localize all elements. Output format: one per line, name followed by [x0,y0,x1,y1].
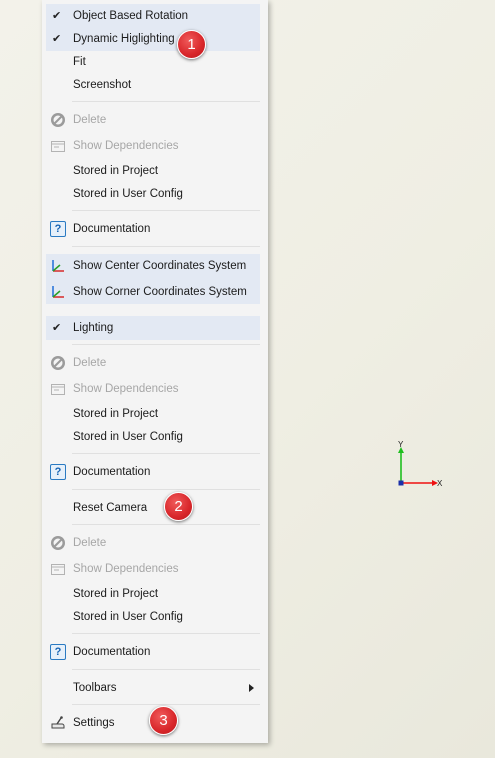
menu-item-fit[interactable]: Fit [46,50,260,74]
annotation-badge-3: 3 [149,706,178,735]
delete-icon [51,356,65,370]
axes-icon [52,260,64,272]
menu-item-label: Object Based Rotation [73,10,189,22]
menu-item-label: Show Dependencies [73,383,179,395]
menu-item-documentation[interactable]: ? Documentation [46,217,260,241]
menu-item-label: Lighting [73,322,114,334]
menu-item-label: Stored in Project [73,408,159,420]
annotation-badge-1: 1 [177,30,206,59]
checkmark-icon: ✔ [52,322,62,334]
menu-item-show-dependencies[interactable]: Show Dependencies [46,134,260,158]
menu-item-label: Documentation [73,646,151,658]
menu-item-show-dependencies[interactable]: Show Dependencies [46,377,260,401]
menu-item-label: Delete [73,537,107,549]
menu-item-label: Show Dependencies [73,563,179,575]
axes-icon [52,286,64,298]
menu-item-toolbars[interactable]: Toolbars [46,676,260,700]
dependencies-icon [51,564,65,575]
menu-item-stored-in-user-config[interactable]: Stored in User Config [46,425,260,449]
menu-item-label: Dynamic Higlighting [73,33,175,45]
triad-x-label: X [437,479,443,488]
documentation-icon: ? [50,464,66,480]
documentation-icon: ? [50,221,66,237]
menu-separator [72,101,260,102]
dependencies-icon [51,141,65,152]
menu-item-documentation[interactable]: ? Documentation [46,640,260,664]
menu-item-label: Fit [73,56,86,68]
menu-separator [72,453,260,454]
menu-item-stored-in-user-config[interactable]: Stored in User Config [46,182,260,206]
menu-item-label: Toolbars [73,682,117,694]
delete-icon [51,536,65,550]
menu-separator [72,246,260,247]
menu-item-label: Delete [73,357,107,369]
menu-item-stored-in-user-config[interactable]: Stored in User Config [46,605,260,629]
settings-icon [51,716,65,729]
menu-item-delete[interactable]: Delete [46,531,260,555]
checkmark-icon: ✔ [52,10,62,22]
menu-item-label: Stored in User Config [73,188,183,200]
menu-item-screenshot[interactable]: Screenshot [46,73,260,97]
dependencies-icon [51,384,65,395]
menu-item-label: Stored in Project [73,165,159,177]
checkmark-icon: ✔ [52,33,62,45]
menu-separator [72,669,260,670]
annotation-badge-2: 2 [164,492,193,521]
delete-icon [51,113,65,127]
menu-item-delete[interactable]: Delete [46,108,260,132]
menu-item-label: Stored in Project [73,588,159,600]
menu-item-stored-in-project[interactable]: Stored in Project [46,402,260,426]
menu-separator [72,489,260,490]
menu-item-stored-in-project[interactable]: Stored in Project [46,582,260,606]
menu-item-reset-camera[interactable]: Reset Camera [46,496,260,520]
menu-separator [72,210,260,211]
submenu-arrow-icon [249,684,254,692]
menu-item-label: Delete [73,114,107,126]
menu-item-documentation[interactable]: ? Documentation [46,460,260,484]
menu-item-stored-in-project[interactable]: Stored in Project [46,159,260,183]
context-menu: ✔ Object Based Rotation ✔ Dynamic Higlig… [42,0,268,743]
menu-item-label: Stored in User Config [73,611,183,623]
menu-item-label: Show Dependencies [73,140,179,152]
menu-item-object-based-rotation[interactable]: ✔ Object Based Rotation [46,4,260,28]
menu-separator [72,633,260,634]
menu-item-label: Show Center Coordinates System [73,260,247,272]
menu-item-delete[interactable]: Delete [46,351,260,375]
menu-item-label: Documentation [73,223,151,235]
coordinate-triad: Y X [398,440,443,488]
menu-separator [72,704,260,705]
menu-item-label: Reset Camera [73,502,148,514]
menu-separator [72,524,260,525]
menu-separator [72,344,260,345]
menu-item-label: Documentation [73,466,151,478]
menu-item-label: Stored in User Config [73,431,183,443]
menu-item-show-dependencies[interactable]: Show Dependencies [46,557,260,581]
menu-item-label: Settings [73,717,115,729]
menu-item-dynamic-highlighting[interactable]: ✔ Dynamic Higlighting [46,27,260,51]
menu-item-show-corner-cs[interactable]: Show Corner Coordinates System [46,280,260,304]
documentation-icon: ? [50,644,66,660]
menu-item-lighting[interactable]: ✔ Lighting [46,316,260,340]
menu-item-label: Screenshot [73,79,132,91]
triad-origin [398,480,404,486]
menu-item-show-center-cs[interactable]: Show Center Coordinates System [46,254,260,280]
menu-item-label: Show Corner Coordinates System [73,286,247,298]
